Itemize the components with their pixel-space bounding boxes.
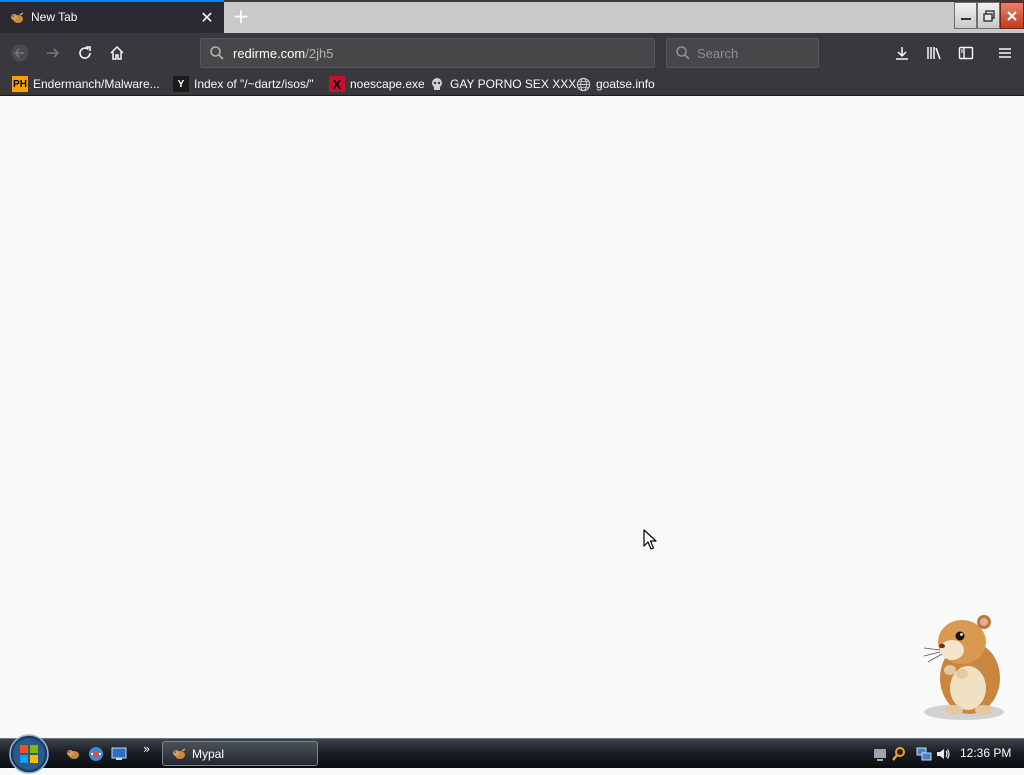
bookmark-item[interactable]: GAY PORNO SEX XXX [429,76,576,92]
home-icon [110,45,124,60]
minimize-icon [960,17,971,20]
search-bar[interactable]: Search [666,38,819,68]
start-button[interactable] [8,733,50,775]
bookmark-item[interactable]: Y Index of "/~dartz/isos/" [173,76,314,92]
bookmark-item[interactable]: X noescape.exe [329,76,425,92]
url-text[interactable]: redirme.com/2jh5 [233,46,333,61]
hamburger-menu-icon [999,48,1011,58]
bookmark-label: goatse.info [596,77,655,91]
search-icon [676,46,690,60]
network-status-icon[interactable] [872,746,888,762]
close-tab-icon[interactable]: ✕ [197,8,217,28]
taskbar: » Mypal 12:36 PM [0,734,1024,774]
hamster-icon [173,748,186,759]
taskbar-button-label: Mypal [192,747,225,761]
quicklaunch-browser[interactable] [87,745,105,763]
download-icon [896,47,908,60]
url-bar[interactable]: redirme.com/2jh5 [200,38,655,68]
library-icon [927,47,941,60]
downloads-button[interactable] [888,39,916,67]
x-icon: X [329,76,345,92]
home-button[interactable] [103,39,131,67]
page-content[interactable] [0,96,1024,738]
browser-icon [89,747,103,761]
sidebar-icon [958,46,974,60]
show-desktop-icon [111,747,127,760]
bookmarks-toolbar: PH Endermanch/Malware... Y Index of "/~d… [0,73,1024,96]
minimize-button[interactable] [954,2,977,29]
back-button[interactable] [6,39,34,67]
url-host: redirme.com [233,46,306,61]
quicklaunch-desktop[interactable] [110,745,128,763]
bookmark-item[interactable]: goatse.info [575,76,655,92]
hamster-icon [11,12,24,23]
search-placeholder: Search [697,46,739,61]
tab-new-tab[interactable]: New Tab ✕ [0,0,224,33]
globe-icon [575,76,591,92]
quicklaunch-more[interactable]: » [143,742,150,756]
restore-button[interactable] [977,2,1000,29]
search-magnifier-icon[interactable] [891,746,907,762]
yc-icon: Y [173,76,189,92]
bookmark-label: Endermanch/Malware... [33,77,160,91]
menu-button[interactable] [991,39,1019,67]
reload-button[interactable] [71,39,99,67]
bookmark-label: Index of "/~dartz/isos/" [194,77,314,91]
back-arrow-icon [11,44,29,62]
navigation-toolbar: redirme.com/2jh5 Search [0,33,1024,73]
volume-icon[interactable] [935,746,951,762]
search-icon [210,46,224,60]
new-tab-button[interactable]: + [228,3,254,29]
close-window-button[interactable] [1000,2,1024,29]
system-clock[interactable]: 12:36 PM [960,746,1011,760]
tab-strip: New Tab ✕ + [0,0,1024,33]
forward-arrow-icon [47,48,60,58]
bookmark-label: GAY PORNO SEX XXX [450,77,577,91]
ph-icon: PH [12,76,28,92]
restore-icon [982,9,995,22]
taskbar-button-mypal[interactable]: Mypal [162,741,318,766]
forward-button[interactable] [39,39,67,67]
skull-icon [429,76,445,92]
reload-icon [79,46,91,59]
network-icon[interactable] [916,746,932,762]
mouse-cursor-icon [643,529,657,550]
url-path: /2jh5 [305,46,334,61]
hamster-icon [67,750,79,759]
window-controls [954,2,1024,31]
system-tray [872,742,954,766]
bookmark-label: noescape.exe [350,77,425,91]
library-button[interactable] [920,39,948,67]
sidebar-button[interactable] [952,39,980,67]
close-icon [1007,10,1017,21]
hamster-mascot-icon [923,615,1004,720]
tab-title: New Tab [31,10,78,24]
bookmark-item[interactable]: PH Endermanch/Malware... [12,76,160,92]
quicklaunch-mypal[interactable] [64,745,82,763]
